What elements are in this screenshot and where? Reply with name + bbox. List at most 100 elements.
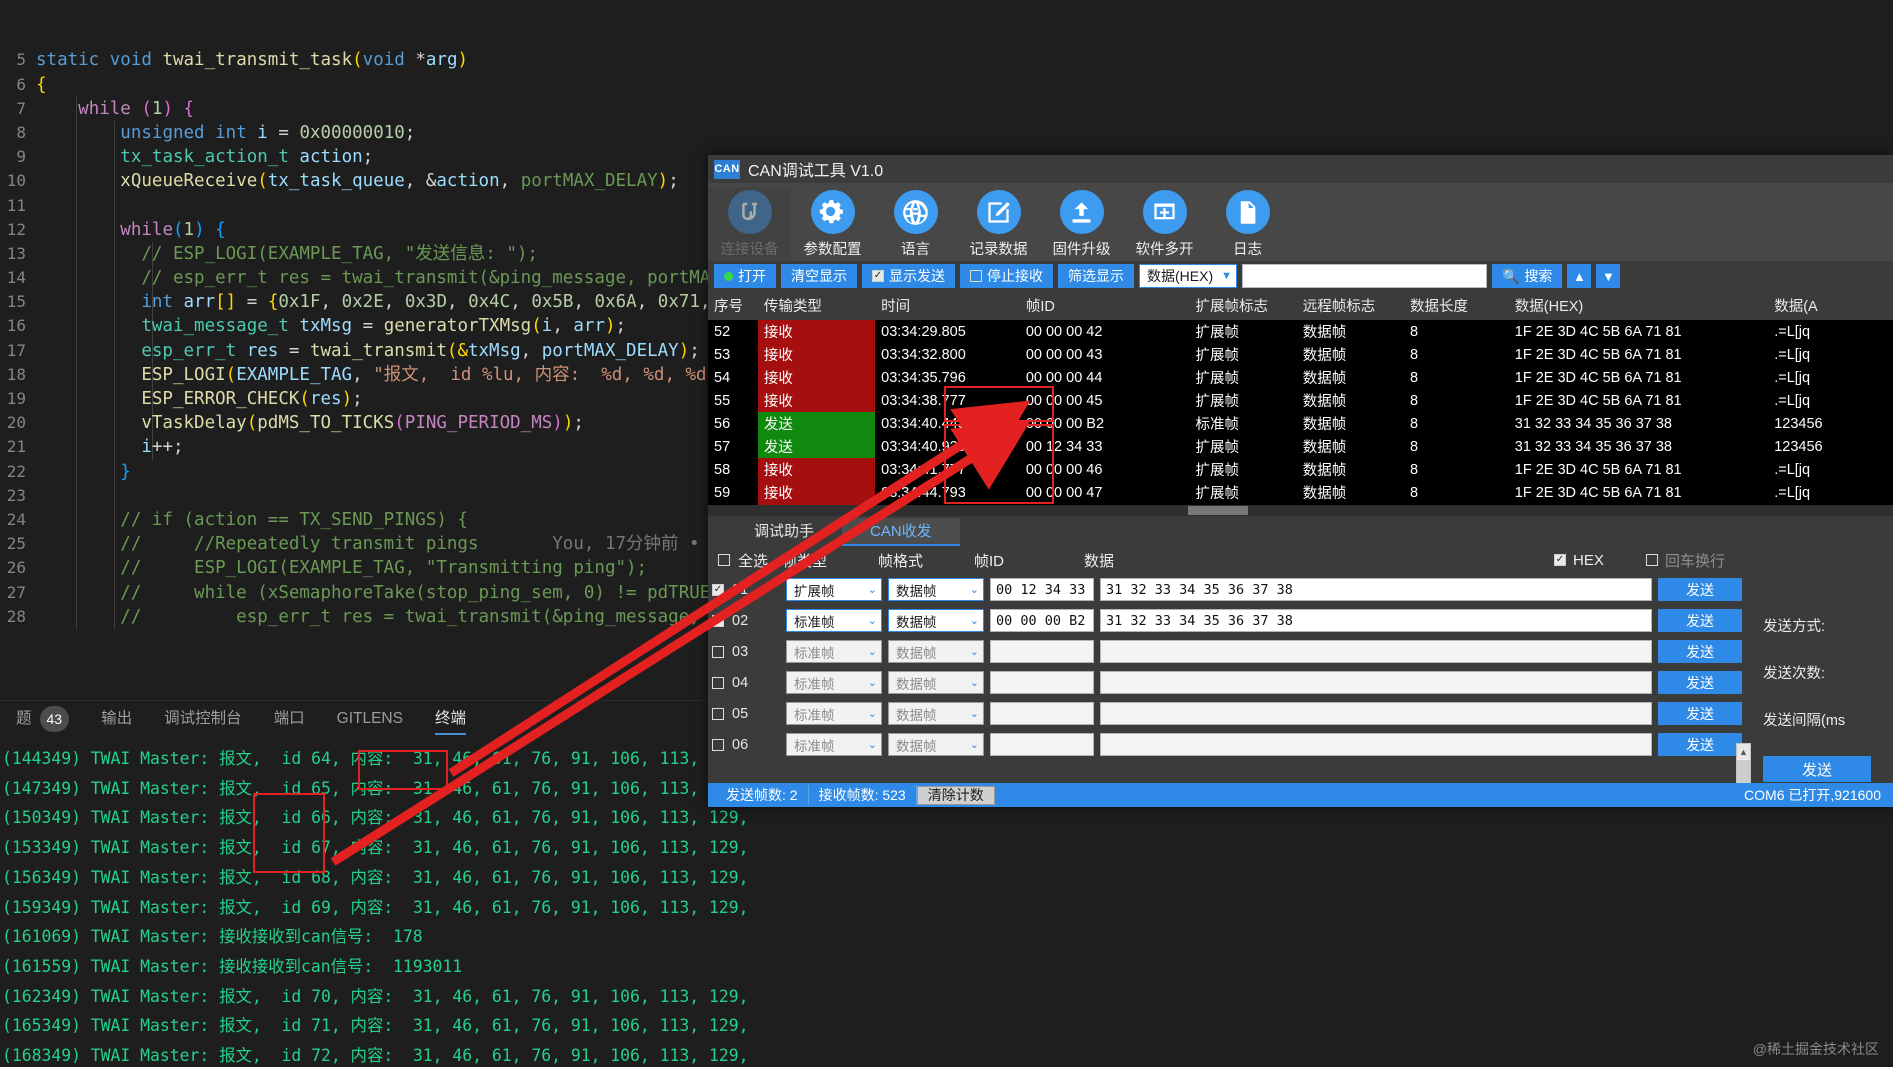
table-row[interactable]: 52 接收 03:34:29.805 00 00 00 42 扩展帧 数据帧 8 1F 2E … [708, 320, 1893, 343]
newline-checkbox[interactable] [1646, 554, 1658, 566]
table-column-header-6[interactable]: 数据长度 [1404, 291, 1509, 320]
send-all-button[interactable]: 发送 [1763, 756, 1871, 782]
frame-type-select[interactable]: 标准帧 ⌄ [786, 640, 882, 663]
toolbar-button-4[interactable]: 固件升级 [1040, 187, 1123, 259]
send-row-button[interactable]: 发送 [1658, 733, 1742, 756]
frame-id-input[interactable] [990, 640, 1094, 663]
hex-checkbox[interactable]: ✓ [1554, 554, 1566, 566]
stop-receive-checkbox[interactable]: 停止接收 [960, 264, 1053, 288]
checkbox-icon[interactable] [712, 707, 724, 720]
send-row-button[interactable]: 发送 [1658, 578, 1742, 601]
table-body[interactable]: 52 接收 03:34:29.805 00 00 00 42 扩展帧 数据帧 8 1F 2E … [708, 320, 1893, 516]
sub-tab-1[interactable]: CAN收发 [842, 518, 960, 546]
filter-display-button[interactable]: 筛选显示 [1058, 264, 1134, 288]
send-row-checkbox-cell[interactable]: 05 [712, 706, 780, 722]
table-horizontal-scrollbar[interactable] [708, 505, 1893, 516]
panel-tab-5[interactable]: 终端 [419, 701, 482, 737]
clear-display-button[interactable]: 清空显示 [781, 264, 857, 288]
table-column-header-7[interactable]: 数据(HEX) [1508, 291, 1769, 320]
table-row[interactable]: 55 接收 03:34:38.777 00 00 00 45 扩展帧 数据帧 8 1F 2E … [708, 389, 1893, 412]
frame-id-input[interactable] [990, 733, 1094, 756]
send-row-button[interactable]: 发送 [1658, 702, 1742, 725]
checkbox-icon[interactable]: ✓ [712, 583, 724, 596]
open-port-button[interactable]: 打开 [714, 264, 776, 288]
checkbox-icon[interactable] [712, 738, 724, 751]
frame-format-select[interactable]: 数据帧 ⌄ [888, 702, 984, 725]
send-row-button[interactable]: 发送 [1658, 671, 1742, 694]
clear-count-button[interactable]: 清除计数 [916, 785, 995, 805]
frame-format-select[interactable]: 数据帧 ⌄ [888, 609, 984, 632]
send-row-04[interactable]: 04 标准帧 ⌄ 数据帧 ⌄ 发送 [708, 667, 1893, 698]
frame-format-select[interactable]: 数据帧 ⌄ [888, 578, 984, 601]
table-column-header-4[interactable]: 扩展帧标志 [1189, 291, 1297, 320]
table-column-header-2[interactable]: 时间 [875, 291, 1020, 320]
send-row-checkbox-cell[interactable]: ✓ 02 [712, 613, 780, 629]
frame-type-select[interactable]: 标准帧 ⌄ [786, 609, 882, 632]
panel-tab-3[interactable]: 端口 [258, 701, 321, 737]
send-row-button[interactable]: 发送 [1658, 609, 1742, 632]
table-row[interactable]: 54 接收 03:34:35.796 00 00 00 44 扩展帧 数据帧 8 1F 2E … [708, 366, 1893, 389]
toolbar-button-2[interactable]: 语言 [874, 187, 957, 259]
checkbox-icon[interactable] [712, 676, 724, 689]
frame-type-select[interactable]: 扩展帧 ⌄ [786, 578, 882, 601]
table-column-header-8[interactable]: 数据(A [1768, 291, 1893, 320]
toolbar-button-1[interactable]: 参数配置 [791, 187, 874, 259]
send-row-03[interactable]: 03 标准帧 ⌄ 数据帧 ⌄ 发送 [708, 636, 1893, 667]
frame-id-input[interactable]: 00 12 34 33 [990, 578, 1094, 601]
frame-data-input[interactable]: 31 32 33 34 35 36 37 38 [1100, 578, 1652, 601]
scroll-up-icon[interactable]: ▲ [1737, 744, 1750, 759]
frame-id-input[interactable] [990, 671, 1094, 694]
frame-data-input[interactable] [1100, 640, 1652, 663]
filter-mode-select[interactable]: 数据(HEX) ▼ [1139, 264, 1237, 288]
select-all-checkbox[interactable] [718, 554, 730, 566]
table-column-header-3[interactable]: 帧ID [1019, 291, 1190, 320]
frame-id-input[interactable]: 00 00 00 B2 [990, 609, 1094, 632]
filter-text-input[interactable] [1242, 264, 1487, 288]
table-column-header-1[interactable]: 传输类型 [757, 291, 876, 320]
send-row-checkbox-cell[interactable]: 03 [712, 644, 780, 660]
send-row-checkbox-cell[interactable]: ✓ 01 [712, 582, 780, 598]
send-row-06[interactable]: 06 标准帧 ⌄ 数据帧 ⌄ 发送 [708, 729, 1893, 760]
checkbox-icon[interactable]: ✓ [712, 614, 724, 627]
frame-format-select[interactable]: 数据帧 ⌄ [888, 640, 984, 663]
frame-data-input[interactable] [1100, 671, 1652, 694]
send-row-05[interactable]: 05 标准帧 ⌄ 数据帧 ⌄ 发送 [708, 698, 1893, 729]
send-row-01[interactable]: ✓ 01 扩展帧 ⌄ 数据帧 ⌄ 00 12 34 33 31 32 33 34 35 36 … [708, 574, 1893, 605]
table-row[interactable]: 59 接收 03:34:44.793 00 00 00 47 扩展帧 数据帧 8 1F 2E … [708, 481, 1893, 504]
can-sub-tab-strip[interactable]: 调试助手 CAN收发 [708, 516, 1893, 546]
frame-data-input[interactable]: 31 32 33 34 35 36 37 38 [1100, 609, 1652, 632]
search-button[interactable]: 🔍 搜索 [1492, 264, 1563, 288]
panel-tab-0[interactable]: 题 43 [0, 701, 85, 737]
panel-tab-2[interactable]: 调试控制台 [148, 701, 258, 737]
show-send-checkbox[interactable]: ✓ 显示发送 [862, 264, 955, 288]
send-options-panel[interactable]: 发送方式: 发送次数: 发送间隔(ms 发送 [1753, 599, 1893, 782]
sub-tab-0[interactable]: 调试助手 [726, 518, 843, 546]
frame-type-select[interactable]: 标准帧 ⌄ [786, 702, 882, 725]
table-row[interactable]: 57 发送 03:34:40.929 00 12 34 33 扩展帧 数据帧 8 31 32 … [708, 435, 1893, 458]
can-control-bar[interactable]: 打开 清空显示 ✓ 显示发送 停止接收 筛选显示 数据(HEX) ▼ � [708, 261, 1893, 291]
table-row[interactable]: 56 发送 03:34:40.443 00 00 00 B2 标准帧 数据帧 8 31 32 … [708, 412, 1893, 435]
panel-tab-1[interactable]: 输出 [85, 701, 148, 737]
toolbar-button-3[interactable]: 记录数据 [957, 187, 1040, 259]
send-row-checkbox-cell[interactable]: 06 [712, 737, 780, 753]
send-rows-container[interactable]: ✓ 01 扩展帧 ⌄ 数据帧 ⌄ 00 12 34 33 31 32 33 34 35 36 … [708, 574, 1893, 760]
send-row-button[interactable]: 发送 [1658, 640, 1742, 663]
table-column-header-5[interactable]: 远程帧标志 [1296, 291, 1404, 320]
can-message-table-container[interactable]: 序号 传输类型 时间 帧ID 扩展帧标志 远程帧标志 数据长度 数据(HEX) 数据(A 52 接… [708, 291, 1893, 516]
frame-id-input[interactable] [990, 702, 1094, 725]
frame-type-select[interactable]: 标准帧 ⌄ [786, 733, 882, 756]
frame-format-select[interactable]: 数据帧 ⌄ [888, 671, 984, 694]
checkbox-icon[interactable] [712, 645, 724, 658]
table-column-header-0[interactable]: 序号 [708, 291, 758, 320]
frame-data-input[interactable] [1100, 733, 1652, 756]
toolbar-button-5[interactable]: 软件多开 [1123, 187, 1206, 259]
can-debug-tool-window[interactable]: CAN CAN调试工具 V1.0 连接设备 参数配置 语言 记录数据 固件升级 软件多开 日… [708, 155, 1893, 807]
scrollbar-thumb[interactable] [1188, 506, 1248, 515]
send-row-02[interactable]: ✓ 02 标准帧 ⌄ 数据帧 ⌄ 00 00 00 B2 31 32 33 34 35 36 … [708, 605, 1893, 636]
scroll-down-button[interactable]: ▼ [1596, 264, 1621, 288]
frame-type-select[interactable]: 标准帧 ⌄ [786, 671, 882, 694]
panel-tab-4[interactable]: GITLENS [321, 701, 419, 737]
send-row-checkbox-cell[interactable]: 04 [712, 675, 780, 691]
frame-data-input[interactable] [1100, 702, 1652, 725]
frame-format-select[interactable]: 数据帧 ⌄ [888, 733, 984, 756]
